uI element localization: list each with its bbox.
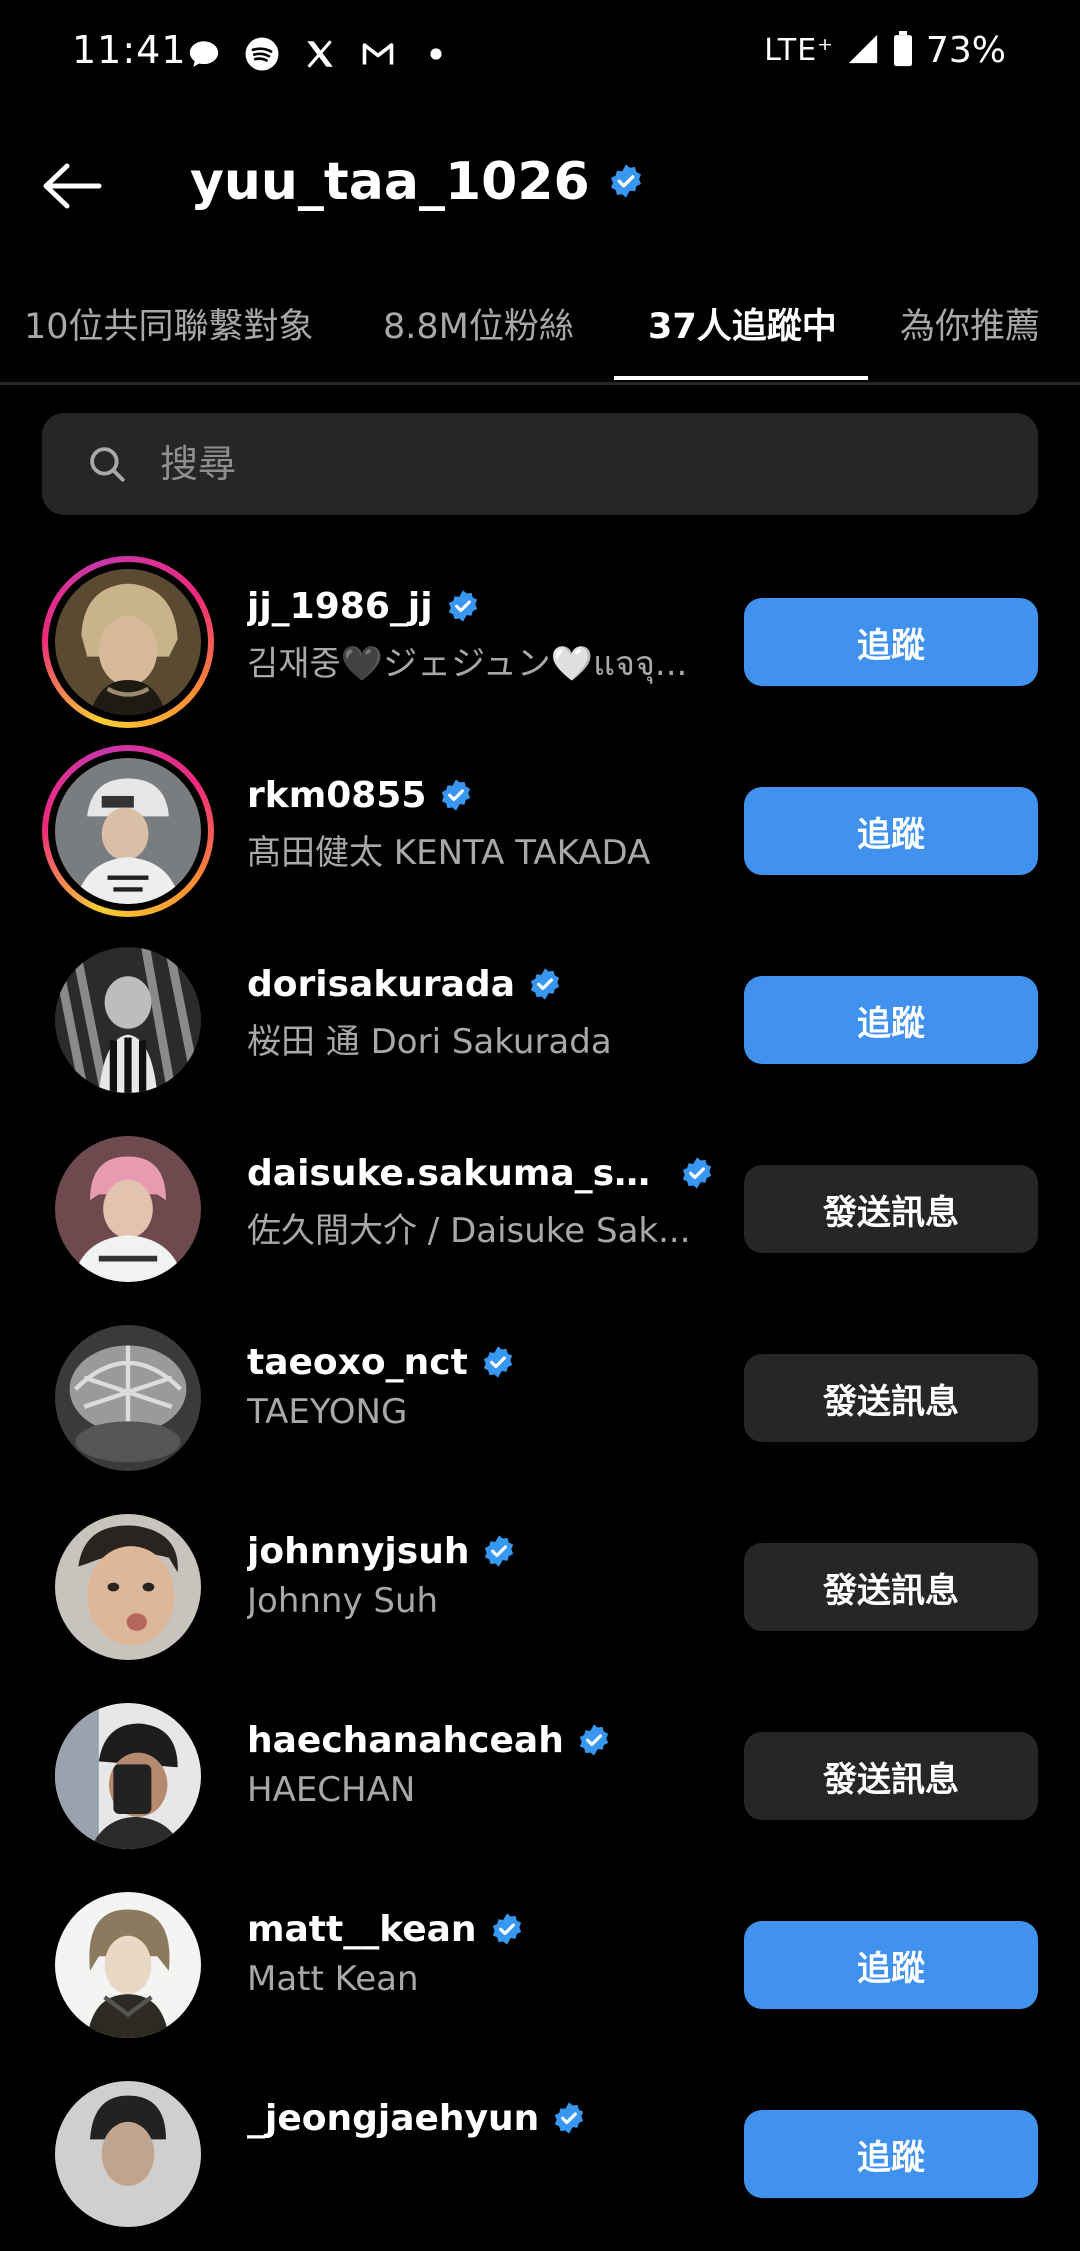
avatar [55, 569, 201, 715]
full-name: 髙田健太 KENTA TAKADA [247, 833, 651, 873]
avatar [55, 1703, 201, 1849]
verified-badge-icon [551, 2100, 587, 2136]
status-bar: 11:41 LTE⁺ 73% [0, 0, 1080, 110]
spotify-icon [242, 34, 282, 74]
username[interactable]: johnnyjsuh [247, 1531, 469, 1572]
username[interactable]: jj_1986_jj [247, 586, 433, 627]
gmail-icon [358, 34, 398, 74]
back-arrow-icon [43, 163, 102, 209]
avatar [55, 1136, 201, 1282]
following-list: jj_1986_jj 김재중🖤ジェジュン🤍แจจุ... 追蹤 rkm0855 … [0, 550, 1080, 2251]
profile-username: yuu_taa_1026 [190, 152, 590, 212]
tab-following[interactable]: 37人追蹤中 [648, 298, 837, 349]
send-message-button[interactable]: 發送訊息 [744, 1165, 1038, 1253]
list-item[interactable]: daisuke.sakuma_sn_o... 佐久間大介 / Daisuke S… [0, 1117, 1080, 1306]
full-name: HAECHAN [247, 1770, 416, 1810]
story-ring[interactable] [42, 745, 214, 917]
send-message-button[interactable]: 發送訊息 [744, 1732, 1038, 1820]
page-title: yuu_taa_1026 [190, 152, 644, 212]
avatar [55, 1892, 201, 2038]
list-item[interactable]: jj_1986_jj 김재중🖤ジェジュン🤍แจจุ... 追蹤 [0, 550, 1080, 739]
username[interactable]: matt__kean [247, 1909, 477, 1950]
battery-percent: 73% [925, 30, 1006, 71]
list-item[interactable]: rkm0855 髙田健太 KENTA TAKADA 追蹤 [0, 739, 1080, 928]
username[interactable]: taeoxo_nct [247, 1342, 468, 1383]
send-message-button[interactable]: 發送訊息 [744, 1543, 1038, 1631]
list-item[interactable]: _jeongjaehyun 追蹤 [0, 2062, 1080, 2251]
notification-icons [184, 34, 456, 74]
avatar-container[interactable] [42, 2068, 214, 2240]
tab-suggested[interactable]: 為你推薦 [900, 298, 1040, 349]
follow-button[interactable]: 追蹤 [744, 976, 1038, 1064]
send-message-button[interactable]: 發送訊息 [744, 1354, 1038, 1442]
signal-icon [846, 32, 880, 70]
full-name: Matt Kean [247, 1959, 419, 1999]
avatar [55, 2081, 201, 2227]
list-item[interactable]: dorisakurada 桜田 通 Dori Sakurada 追蹤 [0, 928, 1080, 1117]
battery-icon [892, 30, 914, 71]
tab-mutual-contacts[interactable]: 10位共同聯繫對象 [24, 298, 314, 349]
full-name: 佐久間大介 / Daisuke Sak... [247, 1211, 691, 1251]
list-item[interactable]: johnnyjsuh Johnny Suh 發送訊息 [0, 1495, 1080, 1684]
chat-bubble-icon [184, 34, 224, 74]
verified-badge-icon [438, 777, 474, 813]
avatar [55, 758, 201, 904]
status-time: 11:41 [72, 28, 187, 72]
username[interactable]: daisuke.sakuma_sn_o... [247, 1153, 667, 1194]
more-notifications-dot-icon [416, 34, 456, 74]
back-button[interactable] [36, 150, 108, 222]
verified-badge-icon [489, 1911, 525, 1947]
follow-button[interactable]: 追蹤 [744, 2110, 1038, 2198]
full-name: 桜田 通 Dori Sakurada [247, 1022, 612, 1062]
verified-badge-icon [608, 152, 644, 212]
tab-followers[interactable]: 8.8M位粉絲 [383, 298, 574, 349]
avatar-container[interactable] [42, 934, 214, 1106]
verified-badge-icon [527, 966, 563, 1002]
follow-button[interactable]: 追蹤 [744, 787, 1038, 875]
avatar [55, 1514, 201, 1660]
avatar-container[interactable] [42, 1123, 214, 1295]
verified-badge-icon [576, 1722, 612, 1758]
x-logo-icon [300, 34, 340, 74]
search-bar[interactable] [42, 413, 1038, 515]
system-status: LTE⁺ 73% [764, 30, 1006, 71]
search-icon [84, 441, 130, 487]
search-input[interactable] [158, 433, 1038, 495]
follow-button[interactable]: 追蹤 [744, 598, 1038, 686]
avatar [55, 1325, 201, 1471]
full-name: Johnny Suh [247, 1581, 439, 1621]
story-ring[interactable] [42, 556, 214, 728]
username[interactable]: haechanahceah [247, 1720, 564, 1761]
avatar-container[interactable] [42, 1690, 214, 1862]
avatar-container[interactable] [42, 1501, 214, 1673]
username[interactable]: rkm0855 [247, 775, 426, 816]
verified-badge-icon [445, 588, 481, 624]
verified-badge-icon [480, 1344, 516, 1380]
avatar-container[interactable] [42, 1312, 214, 1484]
username[interactable]: dorisakurada [247, 964, 515, 1005]
avatar [55, 947, 201, 1093]
list-item[interactable]: haechanahceah HAECHAN 發送訊息 [0, 1684, 1080, 1873]
list-item[interactable]: matt__kean Matt Kean 追蹤 [0, 1873, 1080, 2062]
verified-badge-icon [679, 1155, 715, 1191]
full-name: TAEYONG [247, 1392, 408, 1432]
avatar-container[interactable] [42, 1879, 214, 2051]
network-type: LTE⁺ [764, 33, 834, 68]
header: yuu_taa_1026 [0, 130, 1080, 240]
full-name: 김재중🖤ジェジュン🤍แจจุ... [247, 644, 688, 684]
tab-bar: 10位共同聯繫對象 8.8M位粉絲 37人追蹤中 為你推薦 [0, 270, 1080, 385]
active-tab-indicator [614, 376, 868, 380]
list-item[interactable]: taeoxo_nct TAEYONG 發送訊息 [0, 1306, 1080, 1495]
username[interactable]: _jeongjaehyun [247, 2098, 539, 2139]
verified-badge-icon [481, 1533, 517, 1569]
follow-button[interactable]: 追蹤 [744, 1921, 1038, 2009]
